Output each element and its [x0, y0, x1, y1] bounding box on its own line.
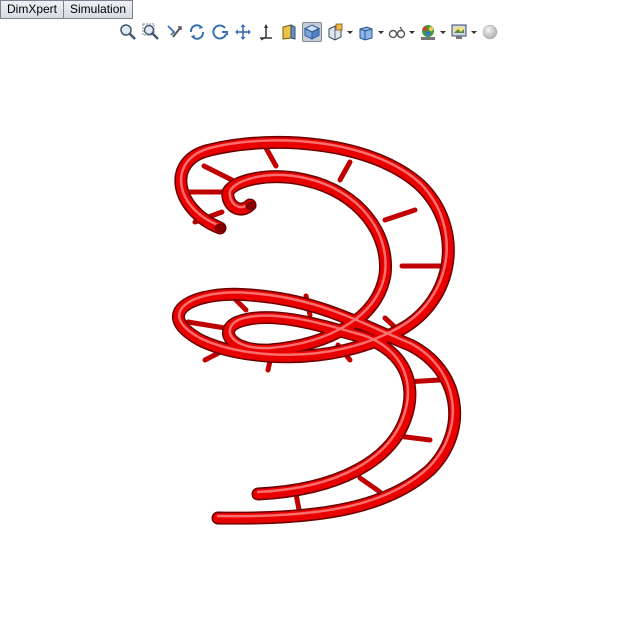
hide-show-items-button[interactable]: [356, 22, 384, 42]
appearance-button[interactable]: [418, 22, 446, 42]
chevron-down-icon: [347, 31, 353, 34]
heads-up-view-toolbar: [118, 22, 500, 42]
chevron-down-icon: [409, 31, 415, 34]
rotate-view-icon: [189, 24, 205, 40]
zoom-to-area-icon: [142, 23, 159, 40]
pan-icon: [235, 24, 251, 40]
scene-button[interactable]: [449, 22, 477, 42]
tab-bar: DimXpert Simulation: [0, 0, 134, 19]
spiral-model: [172, 135, 462, 525]
display-style-button[interactable]: [325, 22, 353, 42]
rotate-view-button[interactable]: [187, 22, 207, 42]
rotate-about-button[interactable]: [210, 22, 230, 42]
graphics-area[interactable]: [0, 46, 622, 635]
tube-end-cap: [245, 201, 257, 211]
view-orientation-icon: [303, 24, 321, 40]
zoom-to-fit-icon: [120, 24, 136, 40]
scene-icon: [451, 24, 467, 39]
rotate-about-icon: [212, 24, 228, 40]
zoom-to-area-button[interactable]: [141, 22, 161, 42]
section-axis-icon: [260, 24, 272, 41]
view-settings-button[interactable]: [387, 22, 415, 42]
view-settings-icon: [388, 26, 406, 39]
tube-end-cap: [214, 223, 226, 233]
view-orientation-button[interactable]: [302, 22, 322, 42]
chevron-down-icon: [471, 31, 477, 34]
tab-simulation[interactable]: Simulation: [63, 0, 134, 19]
zoom-to-fit-button[interactable]: [118, 22, 138, 42]
realview-icon: [482, 24, 498, 40]
realview-button[interactable]: [480, 22, 500, 42]
chevron-down-icon: [440, 31, 446, 34]
previous-view-icon: [167, 25, 182, 38]
display-style-icon: [328, 23, 343, 41]
appearance-icon: [421, 25, 435, 40]
tab-dimxpert[interactable]: DimXpert: [0, 0, 64, 19]
previous-view-button[interactable]: [164, 22, 184, 42]
chevron-down-icon: [378, 31, 384, 34]
hide-show-items-icon: [359, 26, 373, 41]
pan-button[interactable]: [233, 22, 253, 42]
section-axis-button[interactable]: [256, 22, 276, 42]
section-view-button[interactable]: [279, 22, 299, 42]
section-view-icon: [282, 24, 296, 40]
